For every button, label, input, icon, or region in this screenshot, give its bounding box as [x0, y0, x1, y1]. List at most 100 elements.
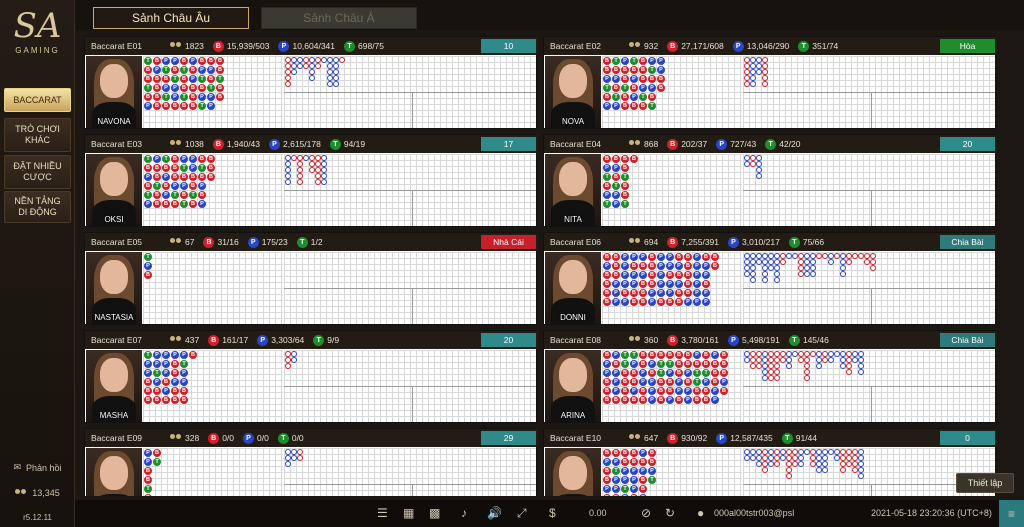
settings-button[interactable]: Thiết lập	[956, 473, 1014, 493]
banker-stat: B 7,255/391	[667, 236, 719, 248]
big-road-mark-banker	[804, 375, 810, 381]
bead-banker: B	[603, 387, 611, 395]
bead-player: P	[612, 200, 620, 208]
bead-road: BPBBBBBBBPPPPPPPBPPBPPBBPBPBBBBBBBPPPPPP…	[602, 252, 742, 324]
baccarat-table-card[interactable]: Baccarat E06 694 B 7,255/391 P 3,010/217 T…	[543, 232, 997, 325]
table-status-badge: 29	[481, 431, 536, 445]
dealer-face	[100, 162, 128, 196]
bead-player: P	[171, 182, 179, 190]
big-road-mark-banker	[285, 363, 291, 369]
bead-player: P	[702, 271, 710, 279]
table-status-badge: 17	[481, 137, 536, 151]
bead-player: P	[639, 378, 647, 386]
bead-player: P	[180, 369, 188, 377]
bead-player: P	[153, 351, 161, 359]
dealer-avatar: NAVONA	[86, 56, 142, 128]
bead-banker: B	[153, 191, 161, 199]
players-icon	[170, 140, 182, 148]
player-value: 5,498/191	[742, 335, 780, 345]
bead-player: P	[702, 378, 710, 386]
bead-banker: B	[630, 396, 638, 404]
bead-banker: B	[639, 298, 647, 306]
bead-player: P	[693, 262, 701, 270]
list-view-icon[interactable]: ☰	[377, 506, 388, 520]
baccarat-table-card[interactable]: Baccarat E04 868 B 202/37 P 727/43 T 42/20 …	[543, 134, 997, 227]
table-status-badge: Nhà Cái	[481, 235, 536, 249]
player-value: 727/43	[730, 139, 757, 149]
bead-player: P	[603, 102, 611, 110]
bead-banker: B	[639, 280, 647, 288]
baccarat-table-card[interactable]: Baccarat E01 1823 B 15,939/503 P 10,604/34…	[84, 36, 538, 129]
bead-player: P	[630, 485, 638, 493]
baccarat-table-card[interactable]: Baccarat E10 647 B 930/92 P 12,587/435 T 91…	[543, 428, 997, 496]
bead-player: P	[612, 191, 620, 199]
baccarat-table-card[interactable]: Baccarat E09 328 B 0/0 P 0/0 T 0/0 29 PPBBT…	[84, 428, 538, 496]
sidebar-item-multi-bet[interactable]: ĐẶT NHIỀU CƯỢC	[4, 155, 71, 189]
big-road	[284, 252, 536, 324]
tie-value: 145/46	[802, 335, 829, 345]
sidebar-item-mobile[interactable]: NỀN TẢNG DI ĐỘNG	[4, 191, 71, 223]
baccarat-table-card[interactable]: Baccarat E05 67 B 31/16 P 175/23 T 1/2 Nhà …	[84, 232, 538, 325]
baccarat-table-card[interactable]: Baccarat E02 932 B 27,171/608 P 13,046/290…	[543, 36, 997, 129]
bead-player: P	[639, 369, 647, 377]
dealer-name: DONNI	[560, 313, 586, 322]
tie-stat: T 75/66	[788, 236, 824, 248]
bead-player: P	[684, 298, 692, 306]
bead-player: P	[684, 387, 692, 395]
players-count: 437	[170, 335, 199, 345]
table-header: Baccarat E04 868 B 202/37 P 727/43 T 42/20 …	[544, 135, 997, 153]
tab-europe[interactable]: Sảnh Châu Âu	[93, 7, 249, 29]
bead-banker: B	[630, 289, 638, 297]
bead-banker: B	[639, 102, 647, 110]
baccarat-table-card[interactable]: Baccarat E03 1038 B 1,940/43 P 2,615/178 T…	[84, 134, 538, 227]
bead-banker: B	[162, 396, 170, 404]
bead-player: P	[621, 298, 629, 306]
tab-asia[interactable]: Sảnh Châu Á	[261, 7, 417, 29]
sidebar-item-baccarat[interactable]: BACCARAT	[4, 88, 71, 112]
big-road-mark-player	[291, 69, 297, 75]
bead-banker: B	[639, 476, 647, 484]
bead-banker: B	[675, 351, 683, 359]
player-icon: P	[247, 236, 259, 248]
bead-banker: B	[657, 378, 665, 386]
sound-icon[interactable]: 🔊	[487, 506, 502, 520]
bead-tie: T	[198, 75, 206, 83]
bead-banker: B	[603, 351, 611, 359]
bead-player: P	[639, 467, 647, 475]
bead-banker: B	[612, 155, 620, 163]
bead-tie: T	[621, 485, 629, 493]
multi-grid-view-icon[interactable]: ▩	[429, 506, 440, 520]
feedback-link[interactable]: ✉ Phản hồi	[0, 462, 75, 473]
big-road-mark-player	[762, 277, 768, 283]
menu-icon[interactable]: ≡	[999, 500, 1024, 527]
bead-banker: B	[153, 93, 161, 101]
grid-view-icon[interactable]: ▦	[403, 506, 414, 520]
bead-player: P	[189, 164, 197, 172]
bead-banker: B	[621, 66, 629, 74]
bead-banker: B	[675, 298, 683, 306]
banker-value: 930/92	[681, 433, 708, 443]
big-road-mark-banker	[285, 81, 291, 87]
bead-banker: B	[612, 494, 620, 496]
sidebar-item-other-games[interactable]: TRÒ CHƠI KHÁC	[4, 118, 71, 152]
bead-banker: B	[198, 84, 206, 92]
road-divider	[743, 288, 995, 289]
table-status-badge: Chia Bài	[940, 333, 995, 347]
bead-banker: B	[675, 360, 683, 368]
big-road	[284, 56, 536, 128]
baccarat-table-card[interactable]: Baccarat E08 360 B 3,780/161 P 5,498/191 T…	[543, 330, 997, 423]
bead-banker: B	[207, 57, 215, 65]
baccarat-table-card[interactable]: Baccarat E07 437 B 161/17 P 3,303/64 T 9/9 …	[84, 330, 538, 423]
fullscreen-icon[interactable]: ⤢	[517, 506, 527, 520]
bead-tie: T	[162, 66, 170, 74]
music-icon[interactable]: ♪	[461, 506, 467, 520]
refresh-icon[interactable]: ↻	[665, 506, 675, 520]
tie-value: 351/74	[812, 41, 839, 51]
bead-player: P	[621, 467, 629, 475]
bead-banker: B	[621, 387, 629, 395]
bead-banker: B	[171, 164, 179, 172]
dealer-name: OKSI	[104, 215, 124, 224]
username: 000al00tstr003@psl	[714, 508, 795, 518]
dealer-avatar: OKSI	[86, 154, 142, 226]
hide-balance-icon[interactable]: ⊘	[641, 506, 651, 520]
